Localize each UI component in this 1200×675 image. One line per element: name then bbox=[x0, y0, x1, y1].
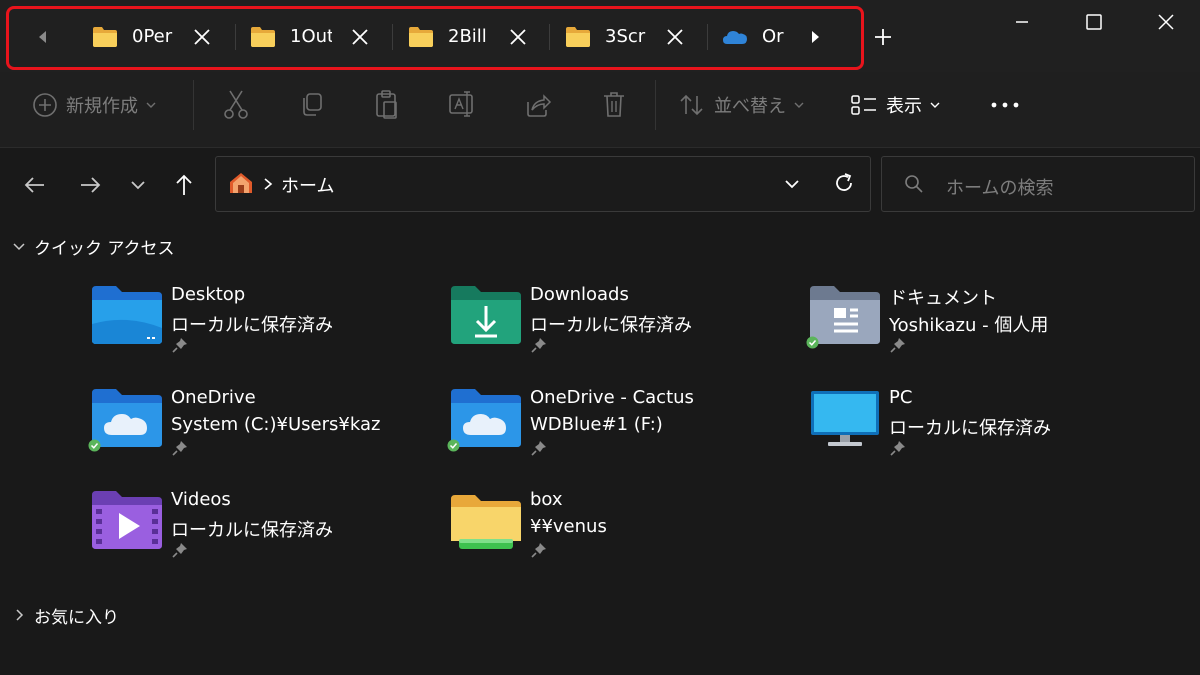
cut-icon[interactable] bbox=[222, 88, 250, 122]
delete-trash-icon[interactable] bbox=[600, 88, 628, 122]
quick-access-item[interactable]: box ¥¥venus bbox=[451, 489, 771, 579]
section-header-favorites[interactable]: お気に入り bbox=[12, 602, 119, 628]
pin-icon bbox=[890, 441, 905, 456]
pin-icon bbox=[172, 543, 187, 558]
item-name: OneDrive bbox=[171, 387, 256, 408]
item-name: Downloads bbox=[530, 284, 629, 305]
up-arrow-icon[interactable] bbox=[171, 172, 197, 198]
pin-icon bbox=[531, 441, 546, 456]
quick-access-item[interactable]: OneDrive System (C:)¥Users¥kaz bbox=[88, 387, 412, 477]
home-icon bbox=[230, 173, 252, 193]
pc-monitor-icon bbox=[811, 391, 879, 446]
item-name: PC bbox=[889, 387, 913, 408]
search-placeholder: ホームの検索 bbox=[946, 178, 1054, 199]
breadcrumb-chevron-icon bbox=[264, 178, 273, 190]
item-name: ドキュメント bbox=[889, 288, 997, 309]
search-input[interactable]: ホームの検索 bbox=[881, 156, 1195, 212]
documents-folder-icon bbox=[810, 286, 880, 344]
add-circle-icon bbox=[33, 93, 57, 117]
toolbar-divider bbox=[193, 80, 194, 130]
sort-button[interactable]: 並べ替え bbox=[678, 88, 806, 122]
quick-access-item[interactable]: Desktop ローカルに保存済み bbox=[92, 284, 412, 374]
downloads-folder-icon bbox=[451, 286, 521, 344]
address-bar[interactable]: ホーム bbox=[215, 156, 871, 212]
quick-access-item[interactable]: Videos ローカルに保存済み bbox=[92, 489, 412, 579]
section-title: クイック アクセス bbox=[34, 238, 175, 259]
new-button[interactable]: 新規作成 bbox=[32, 88, 158, 122]
item-name: Videos bbox=[171, 489, 231, 510]
chevron-down-icon bbox=[146, 102, 156, 108]
item-location: ローカルに保存済み bbox=[171, 315, 333, 336]
quick-access-item[interactable]: ドキュメント Yoshikazu - 個人用 bbox=[806, 284, 1130, 374]
section-header-quick-access[interactable]: クイック アクセス bbox=[12, 233, 175, 259]
rename-icon[interactable] bbox=[448, 88, 476, 122]
chevron-down-icon bbox=[13, 243, 25, 251]
network-folder-icon bbox=[451, 495, 521, 549]
tabs-highlight-box bbox=[6, 6, 864, 70]
item-name: Desktop bbox=[171, 284, 246, 305]
item-location: WDBlue#1 (F:) bbox=[530, 414, 663, 435]
new-button-label: 新規作成 bbox=[66, 96, 138, 117]
onedrive-folder-icon bbox=[92, 389, 162, 447]
paste-icon[interactable] bbox=[372, 88, 400, 122]
new-tab-plus-icon[interactable] bbox=[872, 26, 894, 48]
window-close-icon[interactable] bbox=[1154, 10, 1178, 34]
refresh-icon[interactable] bbox=[832, 171, 856, 195]
minimize-icon[interactable] bbox=[1010, 10, 1034, 34]
item-location: Yoshikazu - 個人用 bbox=[889, 315, 1049, 336]
item-name: OneDrive - Cactus bbox=[530, 387, 694, 408]
pin-icon bbox=[890, 338, 905, 353]
more-options-icon[interactable] bbox=[990, 88, 1020, 122]
item-name: box bbox=[530, 489, 563, 510]
desktop-folder-icon bbox=[92, 286, 162, 344]
sync-check-icon bbox=[806, 336, 819, 349]
maximize-icon[interactable] bbox=[1082, 10, 1106, 34]
sync-check-icon bbox=[88, 439, 101, 452]
chevron-down-icon bbox=[930, 102, 940, 108]
chevron-down-icon bbox=[794, 102, 804, 108]
share-icon[interactable] bbox=[524, 88, 552, 122]
copy-icon[interactable] bbox=[298, 88, 326, 122]
sort-icon bbox=[680, 94, 703, 116]
quick-access-item[interactable]: OneDrive - Cactus WDBlue#1 (F:) bbox=[447, 387, 771, 477]
breadcrumb-home[interactable]: ホーム bbox=[281, 172, 334, 198]
sync-check-icon bbox=[447, 439, 460, 452]
back-arrow-icon[interactable] bbox=[22, 172, 48, 198]
command-bar: 新規作成 並べ替え 表示 bbox=[0, 72, 1200, 148]
item-location: ローカルに保存済み bbox=[889, 418, 1051, 439]
item-location: ¥¥venus bbox=[530, 516, 607, 537]
item-location: ローカルに保存済み bbox=[530, 315, 692, 336]
view-list-icon bbox=[851, 95, 876, 115]
sort-button-label: 並べ替え bbox=[714, 96, 786, 117]
view-button-label: 表示 bbox=[886, 96, 922, 117]
quick-access-item[interactable]: PC ローカルに保存済み bbox=[810, 387, 1130, 477]
title-bar: 0Per 1Out 2Bill 3Scr Or bbox=[0, 0, 1200, 72]
section-title: お気に入り bbox=[34, 607, 119, 628]
search-icon bbox=[905, 175, 923, 193]
address-dropdown-chevron-icon[interactable] bbox=[782, 174, 802, 194]
quick-access-item[interactable]: Downloads ローカルに保存済み bbox=[451, 284, 771, 374]
view-button[interactable]: 表示 bbox=[850, 88, 942, 122]
item-location: System (C:)¥Users¥kaz bbox=[171, 414, 381, 435]
onedrive-folder-icon bbox=[451, 389, 521, 447]
item-location: ローカルに保存済み bbox=[171, 520, 333, 541]
toolbar-divider bbox=[655, 80, 656, 130]
pin-icon bbox=[531, 338, 546, 353]
pin-icon bbox=[172, 441, 187, 456]
pin-icon bbox=[531, 543, 546, 558]
videos-folder-icon bbox=[92, 491, 162, 549]
pin-icon bbox=[172, 338, 187, 353]
chevron-right-icon bbox=[16, 609, 24, 621]
recent-locations-chevron-icon[interactable] bbox=[125, 172, 151, 198]
forward-arrow-icon[interactable] bbox=[77, 172, 103, 198]
